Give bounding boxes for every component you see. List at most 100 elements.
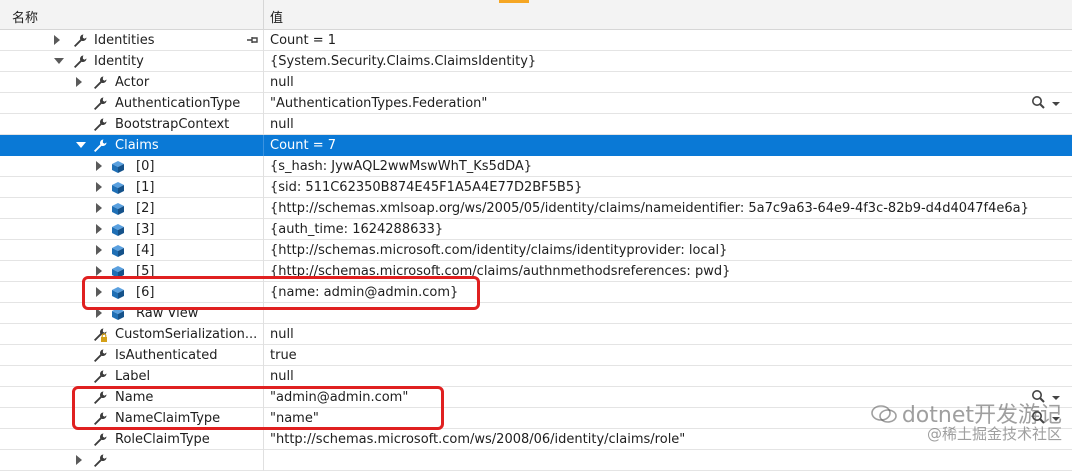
column-divider [263,135,264,156]
row-value[interactable]: Count = 1 [270,33,336,48]
wrench-icon [92,138,108,154]
tree-row[interactable]: Identities Count = 1 [0,30,1072,51]
wrench-icon [92,453,108,469]
column-divider [263,345,264,366]
row-value[interactable]: Count = 7 [270,138,336,153]
row-value[interactable]: null [270,117,294,132]
column-divider [263,429,264,450]
row-value[interactable]: {auth_time: 1624288633} [270,222,443,237]
row-value[interactable]: null [270,369,294,384]
tree-row[interactable]: [1] {sid: 511C62350B874E45F1A5A4E77D2BF5B… [0,177,1072,198]
column-divider [263,177,264,198]
wrench-lock-icon [92,327,108,343]
pin-icon[interactable] [246,33,260,51]
row-name: [3] [136,222,155,237]
tree-row[interactable]: [4] {http://schemas.microsoft.com/identit… [0,240,1072,261]
row-value[interactable]: null [270,75,294,90]
column-divider [263,72,264,93]
magnifier-icon[interactable] [1030,95,1066,111]
tree-row[interactable]: Actor null [0,72,1072,93]
column-divider[interactable] [263,0,264,29]
tree-row[interactable]: AuthenticationType "AuthenticationTypes.F… [0,93,1072,114]
wrench-icon [92,75,108,91]
tree-row[interactable] [0,450,1072,471]
wrench-icon [92,348,108,364]
row-value[interactable]: {sid: 511C62350B874E45F1A5A4E77D2BF5B5} [270,180,582,195]
expand-arrow-icon[interactable] [96,224,102,234]
row-value[interactable]: true [270,348,297,363]
tree-row[interactable]: BootstrapContext null [0,114,1072,135]
wrench-icon [92,96,108,112]
row-name: Identity [94,54,144,69]
highlight-box-name-fields [72,386,444,430]
wrench-icon [92,432,108,448]
row-value[interactable]: "http://schemas.microsoft.com/ws/2008/06… [270,432,685,447]
tree-row[interactable]: RoleClaimType "http://schemas.microsoft.c… [0,429,1072,450]
wrench-icon [72,54,88,70]
row-value[interactable]: "AuthenticationTypes.Federation" [270,96,487,111]
row-name: [4] [136,243,155,258]
row-name: AuthenticationType [115,96,241,111]
expand-arrow-icon[interactable] [96,245,102,255]
expand-arrow-icon[interactable] [54,35,60,45]
expand-arrow-icon[interactable] [76,455,82,465]
column-divider [263,198,264,219]
tree-row[interactable]: CustomSerialization... null [0,324,1072,345]
row-name: [1] [136,180,155,195]
row-name: [2] [136,201,155,216]
object-cube-icon [110,222,126,238]
column-divider [263,240,264,261]
tree-row[interactable]: Identity {System.Security.Claims.ClaimsId… [0,51,1072,72]
tree-row[interactable]: Label null [0,366,1072,387]
column-divider [263,450,264,471]
row-name: RoleClaimType [115,432,210,447]
object-cube-icon [110,201,126,217]
watermark-line-2: @稀土掘金技术社区 [926,425,1062,443]
column-divider [263,93,264,114]
object-cube-icon [110,243,126,259]
row-name: Label [115,369,151,384]
tree-row[interactable]: [2] {http://schemas.xmlsoap.org/ws/2005/0… [0,198,1072,219]
column-divider [263,219,264,240]
row-name: Claims [115,138,159,153]
column-divider [263,156,264,177]
name-column-header[interactable]: 名称 [12,7,38,26]
column-divider [263,51,264,72]
expand-arrow-icon[interactable] [96,266,102,276]
row-value[interactable]: {System.Security.Claims.ClaimsIdentity} [270,54,536,69]
row-value[interactable]: {s_hash: JywAQL2wwMswWhT_Ks5dDA} [270,159,532,174]
expand-arrow-icon[interactable] [96,182,102,192]
row-name: CustomSerialization... [115,327,258,342]
row-value[interactable]: {http://schemas.xmlsoap.org/ws/2005/05/i… [270,201,1029,216]
column-divider [263,30,264,51]
value-column-header[interactable]: 值 [270,7,283,26]
wrench-icon [92,117,108,133]
row-name: [0] [136,159,155,174]
column-divider [263,324,264,345]
row-value[interactable]: null [270,327,294,342]
expand-arrow-icon[interactable] [96,203,102,213]
column-header: 名称 值 [0,0,1072,30]
wechat-logo-icon [871,405,897,423]
highlight-box-claim-6 [82,276,480,310]
tree-row[interactable]: [0] {s_hash: JywAQL2wwMswWhT_Ks5dDA} [0,156,1072,177]
expand-arrow-icon[interactable] [96,161,102,171]
row-name: BootstrapContext [115,117,230,132]
row-name: IsAuthenticated [115,348,218,363]
tree-row[interactable]: Claims Count = 7 [0,135,1072,156]
collapse-arrow-icon[interactable] [54,58,64,64]
object-cube-icon [110,180,126,196]
collapse-arrow-icon[interactable] [76,142,86,148]
object-cube-icon [110,159,126,175]
header-accent [499,0,529,3]
wrench-icon [92,369,108,385]
expand-arrow-icon[interactable] [76,77,82,87]
row-name: Identities [94,33,155,48]
row-name: Actor [115,75,150,90]
wrench-icon [72,33,88,49]
tree-row[interactable]: IsAuthenticated true [0,345,1072,366]
tree-row[interactable]: [3] {auth_time: 1624288633} [0,219,1072,240]
column-divider [263,114,264,135]
row-value[interactable]: {http://schemas.microsoft.com/identity/c… [270,243,727,258]
column-divider [263,366,264,387]
